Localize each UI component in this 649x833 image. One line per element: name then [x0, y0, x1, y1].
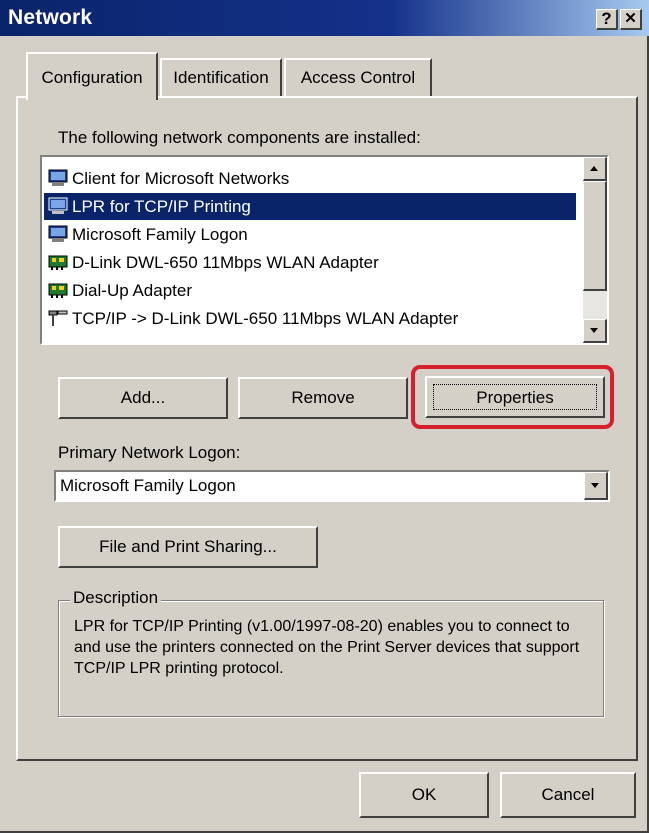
- arrow-down-icon: [590, 328, 598, 333]
- list-item-label: TCP/IP -> D-Link DWL-650 11Mbps WLAN Ada…: [72, 309, 459, 328]
- scroll-thumb[interactable]: [583, 181, 607, 291]
- ok-button[interactable]: OK: [359, 772, 489, 818]
- list-item-label: Dial-Up Adapter: [72, 281, 193, 300]
- file-print-sharing-button[interactable]: File and Print Sharing...: [58, 526, 318, 568]
- description-title: Description: [70, 588, 162, 608]
- cancel-button[interactable]: Cancel: [500, 772, 636, 818]
- description-text: LPR for TCP/IP Printing (v1.00/1997-08-2…: [74, 618, 580, 677]
- list-item-label: D-Link DWL-650 11Mbps WLAN Adapter: [72, 253, 379, 272]
- tab-access-control[interactable]: Access Control: [284, 58, 432, 98]
- network-client-icon: [48, 169, 68, 186]
- remove-button[interactable]: Remove: [238, 377, 408, 419]
- list-item-label: LPR for TCP/IP Printing: [72, 197, 251, 216]
- title-bar[interactable]: Network ? ✕: [0, 0, 649, 36]
- list-item-label: Client for Microsoft Networks: [72, 169, 290, 188]
- close-button[interactable]: ✕: [620, 9, 642, 30]
- arrow-up-icon: [590, 166, 598, 171]
- protocol-icon: [48, 310, 68, 326]
- network-adapter-icon: [48, 283, 68, 298]
- scroll-down-button[interactable]: [583, 319, 607, 343]
- network-dialog: Network ? ✕ Configuration Identification…: [0, 0, 649, 833]
- primary-logon-select[interactable]: Microsoft Family Logon: [54, 470, 610, 502]
- list-item-selected[interactable]: LPR for TCP/IP Printing: [44, 193, 576, 220]
- components-scrollbar[interactable]: [583, 157, 607, 343]
- chevron-down-icon: [591, 483, 599, 488]
- help-button[interactable]: ?: [596, 9, 618, 30]
- scroll-up-button[interactable]: [583, 157, 607, 181]
- dropdown-button[interactable]: [584, 472, 608, 500]
- network-adapter-icon: [48, 255, 68, 270]
- components-list[interactable]: Client for Microsoft Networks LPR for TC…: [40, 155, 609, 345]
- tab-identification[interactable]: Identification: [160, 58, 282, 98]
- primary-logon-value: Microsoft Family Logon: [60, 476, 236, 495]
- list-item[interactable]: Dial-Up Adapter: [44, 277, 576, 304]
- logon-label: Primary Network Logon:: [58, 443, 241, 462]
- tab-configuration[interactable]: Configuration: [26, 52, 158, 100]
- list-item[interactable]: Client for Microsoft Networks: [44, 165, 576, 192]
- list-item-label: Microsoft Family Logon: [72, 225, 248, 244]
- list-item[interactable]: TCP/IP -> D-Link DWL-650 11Mbps WLAN Ada…: [44, 305, 576, 332]
- properties-button-label: Properties: [433, 384, 597, 410]
- add-button[interactable]: Add...: [58, 377, 228, 419]
- properties-button[interactable]: Properties: [425, 376, 605, 418]
- components-label: The following network components are ins…: [58, 128, 421, 147]
- network-client-icon: [48, 225, 68, 242]
- list-item[interactable]: Microsoft Family Logon: [44, 221, 576, 248]
- window-title: Network: [8, 6, 93, 29]
- network-client-icon: [48, 197, 68, 214]
- list-item[interactable]: D-Link DWL-650 11Mbps WLAN Adapter: [44, 249, 576, 276]
